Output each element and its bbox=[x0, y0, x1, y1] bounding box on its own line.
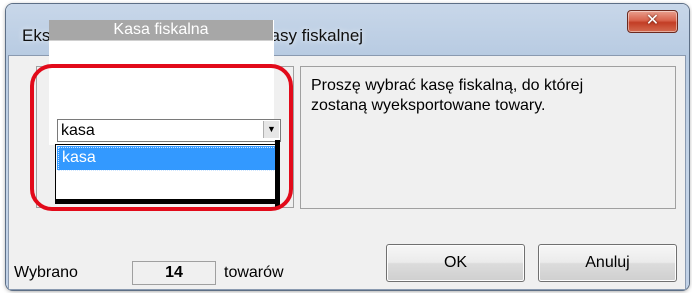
summary-suffix: towarów bbox=[224, 264, 284, 281]
selected-count: 14 bbox=[132, 261, 216, 285]
close-x-icon: ✕ bbox=[645, 12, 660, 29]
ok-button[interactable]: OK bbox=[386, 244, 525, 282]
info-text: Proszę wybrać kasę fiskalną, do której z… bbox=[311, 76, 631, 116]
close-button[interactable]: ✕ bbox=[627, 10, 678, 33]
red-highlight-outline bbox=[30, 64, 293, 211]
cancel-label: Anuluj bbox=[585, 254, 630, 271]
info-line-1: Proszę wybrać kasę fiskalną, do której bbox=[311, 77, 584, 94]
cancel-button[interactable]: Anuluj bbox=[538, 244, 677, 282]
group-header: Kasa fiskalna bbox=[49, 20, 273, 41]
summary-prefix: Wybrano bbox=[14, 264, 78, 281]
ok-label: OK bbox=[443, 254, 468, 271]
info-line-2: zostaną wyeksportowane towary. bbox=[311, 97, 546, 114]
selection-summary: Wybrano 14 towarów bbox=[14, 261, 314, 285]
info-panel: Proszę wybrać kasę fiskalną, do której z… bbox=[300, 66, 676, 209]
